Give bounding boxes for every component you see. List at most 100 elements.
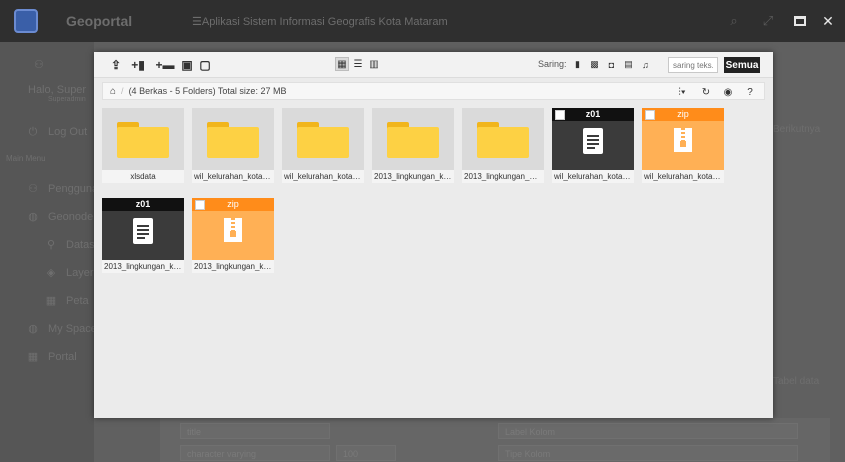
view-columns-button[interactable]: ▥ <box>367 57 381 71</box>
new-folder-icon: +▬ <box>155 58 175 72</box>
new-file-icon: +▮ <box>131 58 145 72</box>
app-title: ☰Aplikasi Sistem Informasi Geografis Kot… <box>192 15 448 28</box>
zip-file-icon <box>674 128 692 152</box>
refresh-icon[interactable]: ↻ <box>698 87 714 98</box>
language-icon[interactable]: ◉ <box>720 87 736 98</box>
document-icon <box>133 218 153 244</box>
select-checkbox[interactable] <box>555 110 565 120</box>
view-list-button[interactable]: ☰ <box>351 57 365 71</box>
file-manager-modal: ⇪ +▮ +▬ ▣ ▢ ▦ ☰ ▥ Saring: ▮ ▩ ◘ ▤ ♫ Semu… <box>94 52 773 418</box>
file-type-badge: z01 <box>102 198 184 211</box>
new-folder-button[interactable]: +▬ <box>154 56 176 74</box>
view-grid-button[interactable]: ▦ <box>335 57 349 71</box>
item-name: wil_kelurahan_kota.zip <box>642 170 724 183</box>
sidebar-section-title: Main Menu <box>6 154 46 163</box>
filter-music-button[interactable]: ♫ <box>638 57 653 72</box>
logout-label: Log Out <box>48 126 88 138</box>
filter-video-button[interactable]: ▤ <box>621 57 636 72</box>
expand-icon[interactable]: ⤢ <box>755 8 781 34</box>
folder-icon <box>477 122 529 158</box>
file-item[interactable]: zip wil_kelurahan_kota.zip <box>642 108 724 183</box>
map-icon: ▦ <box>45 295 57 307</box>
bg-table-text: Tabel data <box>773 376 820 387</box>
layers-icon: ◈ <box>46 267 56 279</box>
select-checkbox[interactable] <box>195 200 205 210</box>
columns-icon: ▥ <box>369 58 379 70</box>
sidebar-user-role: Superadmin <box>48 96 86 103</box>
folder-icon <box>117 122 169 158</box>
upload-button[interactable]: ⇪ <box>108 56 124 74</box>
folder-thumbnail <box>102 108 184 170</box>
select-checkbox[interactable] <box>645 110 655 120</box>
folder-summary: (4 Berkas - 5 Folders) Total size: 27 MB <box>128 86 287 96</box>
folder-thumbnail <box>372 108 454 170</box>
globe-icon: ◍ <box>28 211 38 223</box>
app-brand[interactable]: Geoportal <box>66 13 156 29</box>
sidebar-item-label: Peta <box>66 295 89 307</box>
file-manager-toolbar: ⇪ +▮ +▬ ▣ ▢ ▦ ☰ ▥ Saring: ▮ ▩ ◘ ▤ ♫ Semu… <box>94 52 773 78</box>
item-name: wil_kelurahan_kota.z01 <box>552 170 634 183</box>
users-icon: ⚇ <box>28 183 38 195</box>
sort-icon[interactable]: ⫶▾ <box>672 87 692 98</box>
bg-field-label: Label Kolom <box>498 423 798 439</box>
paste-button[interactable]: ▣ <box>180 56 194 74</box>
folder-item[interactable]: xlsdata <box>102 108 184 183</box>
app-topbar: Geoportal ☰Aplikasi Sistem Informasi Geo… <box>0 0 845 42</box>
sidebar-item-label: Portal <box>48 351 77 363</box>
file-thumbnail: zip <box>192 198 274 260</box>
bg-next-text: Berikutnya <box>773 124 821 135</box>
user-avatar-icon: ⚇ <box>34 59 44 71</box>
topbar-icons: ⌕ ⤢ ✕ <box>721 0 845 42</box>
file-item[interactable]: z01 2013_lingkungan_kota.z01 <box>102 198 184 273</box>
app-logo <box>14 9 38 33</box>
folder-icon <box>297 122 349 158</box>
item-name: 2013_lingkungan_kota <box>372 170 454 183</box>
file-thumbnail: z01 <box>102 198 184 260</box>
music-icon: ♫ <box>642 59 649 70</box>
zip-file-icon <box>224 218 242 242</box>
sidebar-item-label: Geonode <box>48 211 94 223</box>
sidebar-item-label: My Space <box>48 323 97 335</box>
sidebar-item-label: Layer <box>66 267 94 279</box>
upload-icon: ⇪ <box>110 58 122 72</box>
file-item[interactable]: z01 wil_kelurahan_kota.z01 <box>552 108 634 183</box>
bg-field-length: 100 <box>336 445 396 461</box>
folder-item[interactable]: 2013_lingkungan_mataram <box>462 108 544 183</box>
menu-toggle-icon[interactable]: ☰ <box>192 16 202 28</box>
document-icon <box>583 128 603 154</box>
breadcrumb-actions: ⫶▾ ↻ ◉ ? <box>672 83 764 101</box>
filter-all-button[interactable]: Semua <box>724 57 760 73</box>
logout-icon: ⏻ <box>28 126 38 138</box>
item-name: wil_kelurahan_kota_mataram_2013 <box>282 170 364 183</box>
file-thumbnail: zip <box>642 108 724 170</box>
marker-icon: ⚲ <box>46 239 56 251</box>
folder-item[interactable]: wil_kelurahan_kota_mataram_2013 <box>282 108 364 183</box>
help-icon[interactable]: ? <box>742 87 758 98</box>
sidebar-item-label: Pengguna <box>48 183 99 195</box>
maximize-button[interactable] <box>789 10 811 32</box>
clipboard-check-icon: ▣ <box>181 58 193 72</box>
file-thumbnail: z01 <box>552 108 634 170</box>
sidebar-user-name: Halo, Super <box>28 84 87 96</box>
search-icon[interactable]: ⌕ <box>721 8 747 34</box>
breadcrumb: ⌂ / (4 Berkas - 5 Folders) Total size: 2… <box>102 82 765 100</box>
filter-text-input[interactable] <box>668 57 718 73</box>
clipboard-button[interactable]: ▢ <box>198 56 212 74</box>
clipboard-icon: ▢ <box>199 58 211 72</box>
folder-item[interactable]: wil_kelurahan_kota_mataram <box>192 108 274 183</box>
filter-image-button[interactable]: ▩ <box>587 57 602 72</box>
maximize-icon <box>794 16 806 26</box>
filter-file-button[interactable]: ▮ <box>570 57 585 72</box>
list-icon: ☰ <box>353 58 363 70</box>
portal-icon: ▦ <box>27 351 39 363</box>
item-name: 2013_lingkungan_kota.zip <box>192 260 274 273</box>
close-button[interactable]: ✕ <box>817 10 839 32</box>
filter-archive-button[interactable]: ◘ <box>604 57 619 72</box>
file-item[interactable]: zip 2013_lingkungan_kota.zip <box>192 198 274 273</box>
folder-thumbnail <box>282 108 364 170</box>
archive-icon: ◘ <box>608 59 615 70</box>
new-file-button[interactable]: +▮ <box>128 56 148 74</box>
home-icon[interactable]: ⌂ <box>110 86 116 97</box>
item-name: wil_kelurahan_kota_mataram <box>192 170 274 183</box>
folder-item[interactable]: 2013_lingkungan_kota <box>372 108 454 183</box>
